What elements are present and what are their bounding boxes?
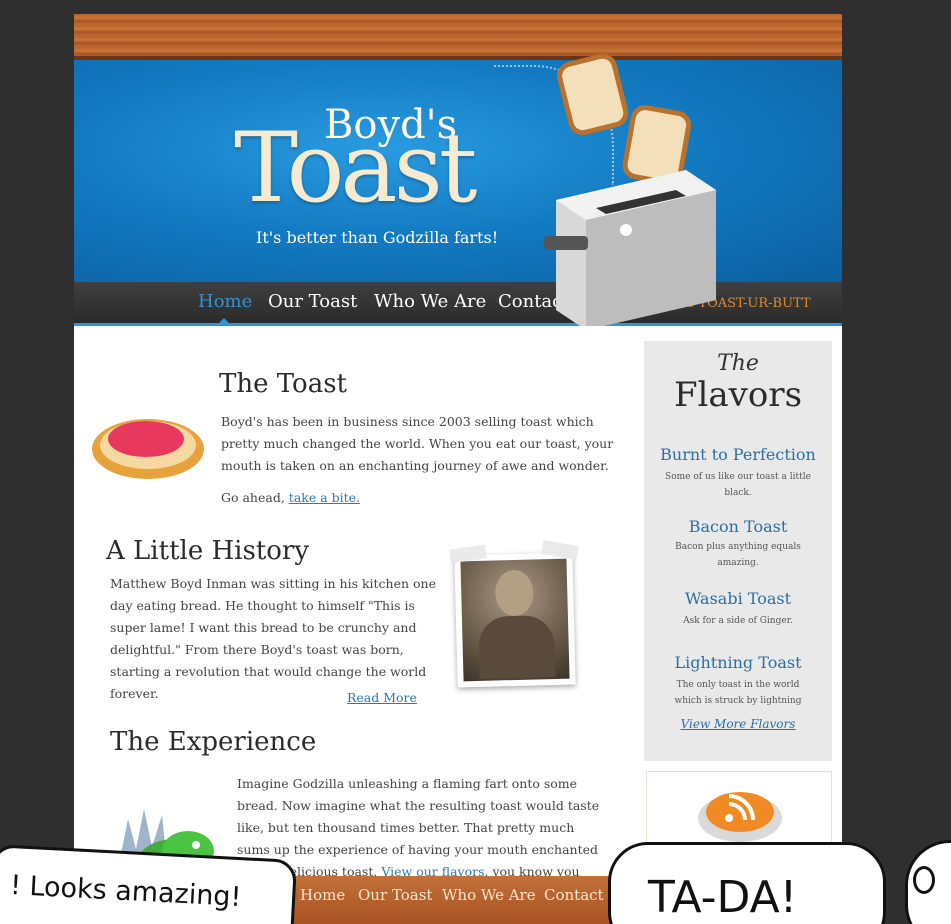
flavor-name[interactable]: Wasabi Toast	[644, 589, 832, 608]
toast-cta: Go ahead, take a bite.	[221, 487, 621, 509]
section-heading-experience: The Experience	[110, 727, 317, 757]
nav-who-we-are[interactable]: Who We Are	[374, 291, 486, 312]
section-body-history: Matthew Boyd Inman was sitting in his ki…	[110, 576, 437, 701]
section-heading-history: A Little History	[106, 536, 310, 566]
main-content: The Toast Boyd's has been in business si…	[74, 329, 842, 924]
flavor-desc: Some of us like our toast a little black…	[665, 472, 811, 498]
photo-person-body	[477, 614, 556, 679]
speech-bubble-right-text: TA-DA!	[648, 872, 798, 923]
toast-cta-prefix: Go ahead,	[221, 490, 289, 505]
hero-banner: Boyd's Toast It's better than Godzilla f…	[74, 60, 842, 282]
website-mockup: Boyd's Toast It's better than Godzilla f…	[74, 14, 842, 924]
footer-contact-link[interactable]: Contact	[544, 886, 604, 904]
flavor-desc: The only toast in the world which is str…	[674, 680, 802, 706]
sidebar-the: The	[717, 351, 759, 376]
sidebar-heading: Flavors	[673, 375, 803, 415]
flavor-name[interactable]: Burnt to Perfection	[644, 445, 832, 464]
flavor-name[interactable]: Bacon Toast	[644, 517, 832, 536]
nav-active-indicator	[217, 318, 231, 325]
flavors-sidebar: The Flavors Burnt to Perfection Some of …	[644, 341, 832, 761]
toaster-icon	[544, 53, 716, 326]
section-body-toast: Boyd's has been in business since 2003 s…	[221, 414, 614, 473]
nav-our-toast[interactable]: Our Toast	[268, 291, 357, 312]
flavor-desc: Ask for a side of Ginger.	[683, 616, 793, 626]
main-nav: Home Our Toast Who We Are Contact 1-888-…	[74, 282, 842, 326]
flavor-name[interactable]: Lightning Toast	[644, 653, 832, 672]
footer-who-we-are-link[interactable]: Who We Are	[442, 886, 536, 904]
take-a-bite-link[interactable]: take a bite.	[289, 490, 360, 505]
photo-person-head	[494, 569, 534, 617]
logo-large-text: Toast	[234, 112, 477, 224]
read-more-link[interactable]: Read More	[347, 687, 417, 709]
footer-home-link[interactable]: Home	[300, 886, 345, 904]
nav-home[interactable]: Home	[198, 291, 252, 312]
rss-toast-icon[interactable]	[695, 784, 785, 844]
founder-photo	[454, 552, 576, 688]
section-heading-toast: The Toast	[219, 369, 348, 399]
photo-image	[460, 558, 570, 682]
tagline: It's better than Godzilla farts!	[256, 228, 499, 247]
speech-bubble-tail	[913, 866, 935, 894]
jam-toast-icon	[92, 419, 204, 479]
flavor-desc: Bacon plus anything equals amazing.	[675, 542, 801, 568]
footer-our-toast-link[interactable]: Our Toast	[358, 886, 432, 904]
view-more-flavors-link[interactable]: View More Flavors	[644, 717, 832, 731]
wood-header-strip	[74, 14, 842, 60]
